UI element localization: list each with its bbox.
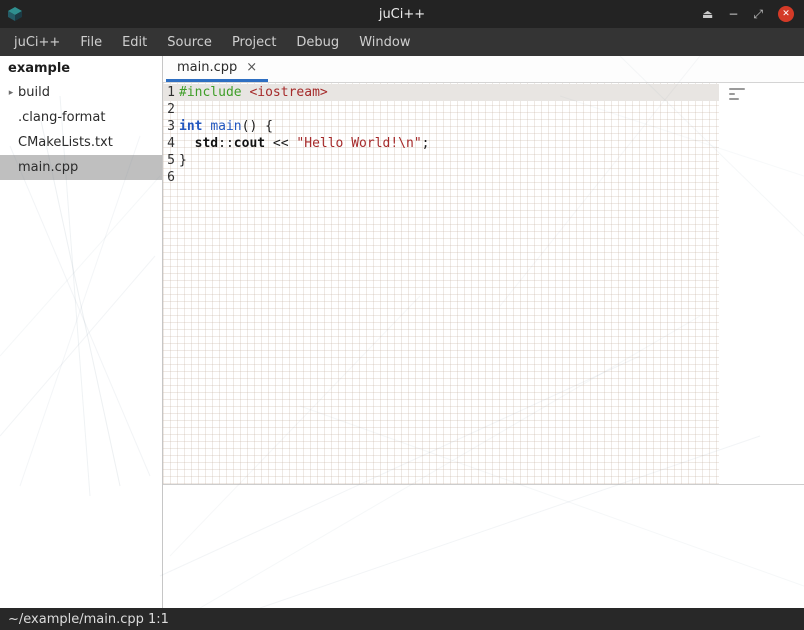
tab-close-icon[interactable]: ×	[246, 60, 257, 75]
line-number: 1	[163, 84, 175, 101]
app-window: juCi++ ⏏−⤢✕ juCi++FileEditSourceProjectD…	[0, 0, 804, 630]
code-line-5: 5}	[163, 152, 719, 169]
code-text: std::cout << "Hello World!\n";	[179, 135, 429, 152]
line-number: 5	[163, 152, 175, 169]
tab-main-cpp[interactable]: main.cpp ×	[166, 56, 268, 82]
editor-column: main.cpp × 1#include <iostream>23int main…	[163, 56, 804, 608]
editor-margin	[719, 83, 804, 484]
line-number: 2	[163, 101, 175, 118]
maximize-button[interactable]: ⤢	[753, 8, 763, 20]
sidebar-item-main-cpp[interactable]: main.cpp	[0, 155, 162, 180]
menu-project[interactable]: Project	[222, 30, 286, 55]
statusbar: ~/example/main.cpp 1:1	[0, 608, 804, 630]
app-icon	[6, 5, 24, 23]
menubar: juCi++FileEditSourceProjectDebugWindow	[0, 28, 804, 56]
close-button[interactable]: ✕	[778, 6, 794, 22]
status-file-position: ~/example/main.cpp 1:1	[8, 612, 169, 627]
file-label: main.cpp	[18, 160, 78, 175]
menu-file[interactable]: File	[70, 30, 112, 55]
titlebar: juCi++ ⏏ − ⤢ ✕	[0, 0, 804, 28]
menu-source[interactable]: Source	[157, 30, 222, 55]
project-root-label: example	[0, 56, 162, 80]
sidebar-item-clang-format[interactable]: .clang-format	[0, 105, 162, 130]
menu-juci[interactable]: juCi++	[4, 30, 70, 55]
minimize-button[interactable]: −	[728, 8, 738, 20]
line-number: 4	[163, 135, 175, 152]
file-tree: ▸build .clang-format CMakeLists.txt main.cp…	[0, 80, 162, 180]
editor-area: 1#include <iostream>23int main() {4 std:…	[163, 83, 804, 484]
code-line-1: 1#include <iostream>	[163, 84, 719, 101]
code-line-3: 3int main() {	[163, 118, 719, 135]
sidebar-item-build[interactable]: ▸build	[0, 80, 162, 105]
minimap-line	[729, 88, 745, 90]
file-label: CMakeLists.txt	[18, 135, 113, 150]
minimap[interactable]	[729, 88, 751, 103]
main-area: example ▸build .clang-format CMakeLists.tx…	[0, 56, 804, 608]
menu-window[interactable]: Window	[349, 30, 420, 55]
expander-icon[interactable]: ▸	[4, 88, 18, 98]
sidebar-item-cmakelists-txt[interactable]: CMakeLists.txt	[0, 130, 162, 155]
code-line-2: 2	[163, 101, 719, 118]
minimap-line	[729, 98, 739, 100]
code-line-6: 6	[163, 169, 719, 186]
code-line-4: 4 std::cout << "Hello World!\n";	[163, 135, 719, 152]
file-label: build	[18, 85, 50, 100]
line-number: 6	[163, 169, 175, 186]
code-text: }	[179, 152, 187, 169]
code-editor[interactable]: 1#include <iostream>23int main() {4 std:…	[163, 83, 719, 484]
output-panel[interactable]	[163, 484, 804, 608]
menu-debug[interactable]: Debug	[286, 30, 349, 55]
code-text: #include <iostream>	[179, 84, 328, 101]
window-title: juCi++	[379, 7, 425, 22]
minimap-line	[729, 93, 735, 95]
window-controls: ⏏ − ⤢ ✕	[702, 0, 794, 28]
file-tree-panel: example ▸build .clang-format CMakeLists.tx…	[0, 56, 163, 608]
tab-label: main.cpp	[177, 60, 237, 75]
menu-edit[interactable]: Edit	[112, 30, 157, 55]
keep-above-button[interactable]: ⏏	[702, 8, 713, 20]
code-text: int main() {	[179, 118, 273, 135]
file-label: .clang-format	[18, 110, 105, 125]
tabbar: main.cpp ×	[163, 56, 804, 83]
line-number: 3	[163, 118, 175, 135]
